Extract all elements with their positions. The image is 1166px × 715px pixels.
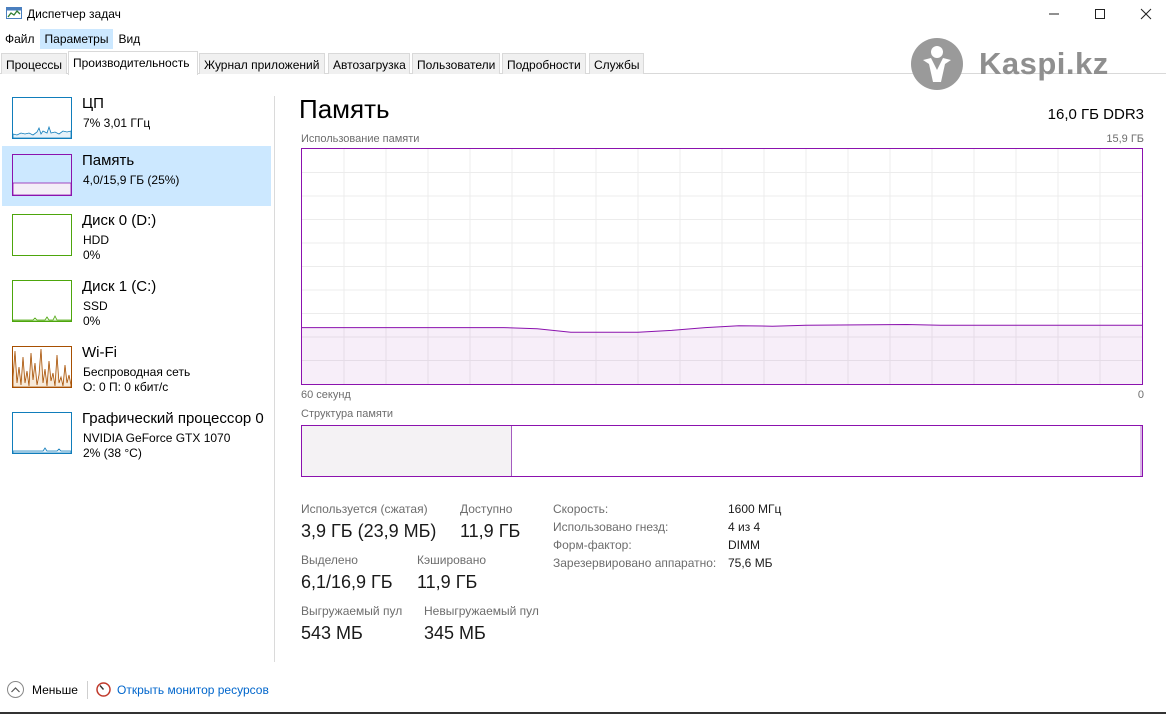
- committed-label: Выделено: [301, 553, 358, 567]
- window-title: Диспетчер задач: [27, 7, 121, 21]
- menu-bar: Файл Параметры Вид: [0, 29, 145, 49]
- usage-graph-label: Использование памяти: [301, 133, 420, 145]
- tab-startup[interactable]: Автозагрузка: [328, 53, 410, 74]
- footer-divider: [87, 681, 88, 699]
- speed-label: Скорость:: [553, 502, 609, 516]
- window-bottom-edge: [0, 712, 1166, 714]
- gpu-thumbnail: [12, 412, 72, 454]
- tab-users[interactable]: Пользователи: [412, 53, 500, 74]
- title-bar: Диспетчер задач: [0, 0, 1166, 28]
- available-label: Доступно: [460, 502, 513, 516]
- sidebar-gpu-value: 2% (38 °C): [83, 446, 142, 460]
- graph-time-right: 0: [1137, 389, 1144, 401]
- memory-usage-chart: [302, 149, 1142, 384]
- sidebar-disk1-type: SSD: [83, 299, 108, 313]
- tab-services[interactable]: Службы: [589, 53, 644, 74]
- open-resource-monitor-link[interactable]: Открыть монитор ресурсов: [117, 683, 269, 697]
- fewer-details-button[interactable]: [7, 681, 24, 698]
- memory-usage-graph: [301, 148, 1143, 385]
- memory-composition-bar: [301, 425, 1143, 477]
- sidebar-cpu-title: ЦП: [82, 95, 104, 112]
- wifi-thumbnail: [12, 346, 72, 388]
- sidebar-gpu-model: NVIDIA GeForce GTX 1070: [83, 431, 231, 445]
- chevron-up-icon: [11, 686, 20, 692]
- sidebar-wifi-type: Беспроводная сеть: [83, 365, 191, 379]
- maximize-icon: [1095, 9, 1105, 19]
- sidebar-item-wifi[interactable]: Wi-Fi Беспроводная сеть О: 0 П: 0 кбит/с: [2, 338, 271, 398]
- minimize-icon: [1049, 13, 1059, 15]
- in-use-value: 3,9 ГБ (23,9 МБ): [301, 521, 437, 541]
- graph-time-left: 60 секунд: [301, 389, 351, 401]
- menu-options[interactable]: Параметры: [39, 29, 114, 49]
- task-manager-icon: [6, 7, 22, 19]
- sidebar-disk0-value: 0%: [83, 248, 101, 262]
- kaspi-logo-text: Kaspi.kz: [979, 46, 1109, 81]
- sidebar-wifi-value: О: 0 П: 0 кбит/с: [83, 380, 169, 394]
- sidebar-disk1-title: Диск 1 (C:): [82, 278, 157, 295]
- disk1-thumbnail: [12, 280, 72, 322]
- performance-sidebar: ЦП 7% 3,01 ГГц Память 4,0/15,9 ГБ (25%) …: [0, 75, 274, 662]
- sidebar-memory-value: 4,0/15,9 ГБ (25%): [83, 173, 180, 187]
- nonpaged-pool-label: Невыгружаемый пул: [424, 604, 539, 618]
- form-factor-value: DIMM: [728, 538, 760, 552]
- fewer-details-label[interactable]: Меньше: [32, 683, 78, 697]
- maximize-button[interactable]: [1077, 0, 1123, 28]
- tab-details[interactable]: Подробности: [502, 53, 586, 74]
- sidebar-item-memory[interactable]: Память 4,0/15,9 ГБ (25%): [2, 146, 271, 206]
- form-factor-label: Форм-фактор:: [553, 538, 632, 552]
- committed-value: 6,1/16,9 ГБ: [301, 572, 393, 592]
- sidebar-cpu-value: 7% 3,01 ГГц: [83, 116, 151, 130]
- tab-app-history[interactable]: Журнал приложений: [199, 53, 325, 74]
- page-title: Память: [299, 94, 390, 124]
- slots-label: Использовано гнезд:: [553, 520, 669, 534]
- slots-value: 4 из 4: [728, 520, 761, 534]
- sidebar-item-gpu[interactable]: Графический процессор 0 NVIDIA GeForce G…: [2, 404, 271, 464]
- memory-usage-area: [302, 324, 1142, 384]
- composition-label: Структура памяти: [301, 408, 394, 420]
- sidebar-disk0-type: HDD: [83, 233, 109, 247]
- cpu-thumbnail: [12, 97, 72, 139]
- tab-processes[interactable]: Процессы: [1, 53, 67, 74]
- hardware-reserved-value: 75,6 МБ: [728, 556, 773, 570]
- close-icon: [1140, 8, 1152, 20]
- speed-value: 1600 МГц: [728, 502, 782, 516]
- menu-file[interactable]: Файл: [0, 29, 40, 49]
- tab-performance[interactable]: Производительность: [68, 51, 198, 75]
- sidebar-item-cpu[interactable]: ЦП 7% 3,01 ГГц: [2, 89, 271, 149]
- sidebar-memory-title: Память: [82, 152, 135, 169]
- sidebar-item-disk0[interactable]: Диск 0 (D:) HDD 0%: [2, 206, 271, 266]
- paged-pool-label: Выгружаемый пул: [301, 604, 403, 618]
- disk0-thumbnail: [12, 214, 72, 256]
- kaspi-logo: Kaspi.kz: [911, 38, 1141, 92]
- nonpaged-pool-value: 345 МБ: [424, 623, 486, 643]
- minimize-button[interactable]: [1031, 0, 1077, 28]
- close-button[interactable]: [1123, 0, 1166, 28]
- memory-thumbnail: [12, 154, 72, 196]
- available-value: 11,9 ГБ: [460, 521, 521, 541]
- sidebar-item-disk1[interactable]: Диск 1 (C:) SSD 0%: [2, 272, 271, 332]
- kaspi-logo-icon: [911, 38, 963, 90]
- sidebar-gpu-title: Графический процессор 0: [82, 410, 264, 427]
- cached-value: 11,9 ГБ: [417, 572, 478, 592]
- footer: Меньше Открыть монитор ресурсов: [0, 676, 1166, 706]
- sidebar-disk1-value: 0%: [83, 314, 101, 328]
- paged-pool-value: 543 МБ: [301, 623, 363, 643]
- sidebar-wifi-title: Wi-Fi: [82, 344, 117, 361]
- cached-label: Кэшировано: [417, 553, 487, 567]
- composition-in-use: [302, 426, 512, 476]
- in-use-label: Используется (сжатая): [301, 502, 428, 516]
- memory-spec: 16,0 ГБ DDR3: [1047, 106, 1144, 123]
- composition-free: [1140, 426, 1142, 476]
- menu-view[interactable]: Вид: [113, 29, 145, 49]
- sidebar-disk0-title: Диск 0 (D:): [82, 212, 157, 229]
- resource-monitor-icon: [96, 682, 111, 697]
- usage-graph-max: 15,9 ГБ: [1106, 133, 1144, 145]
- hardware-reserved-label: Зарезервировано аппаратно:: [553, 556, 717, 570]
- sidebar-divider[interactable]: [274, 96, 275, 662]
